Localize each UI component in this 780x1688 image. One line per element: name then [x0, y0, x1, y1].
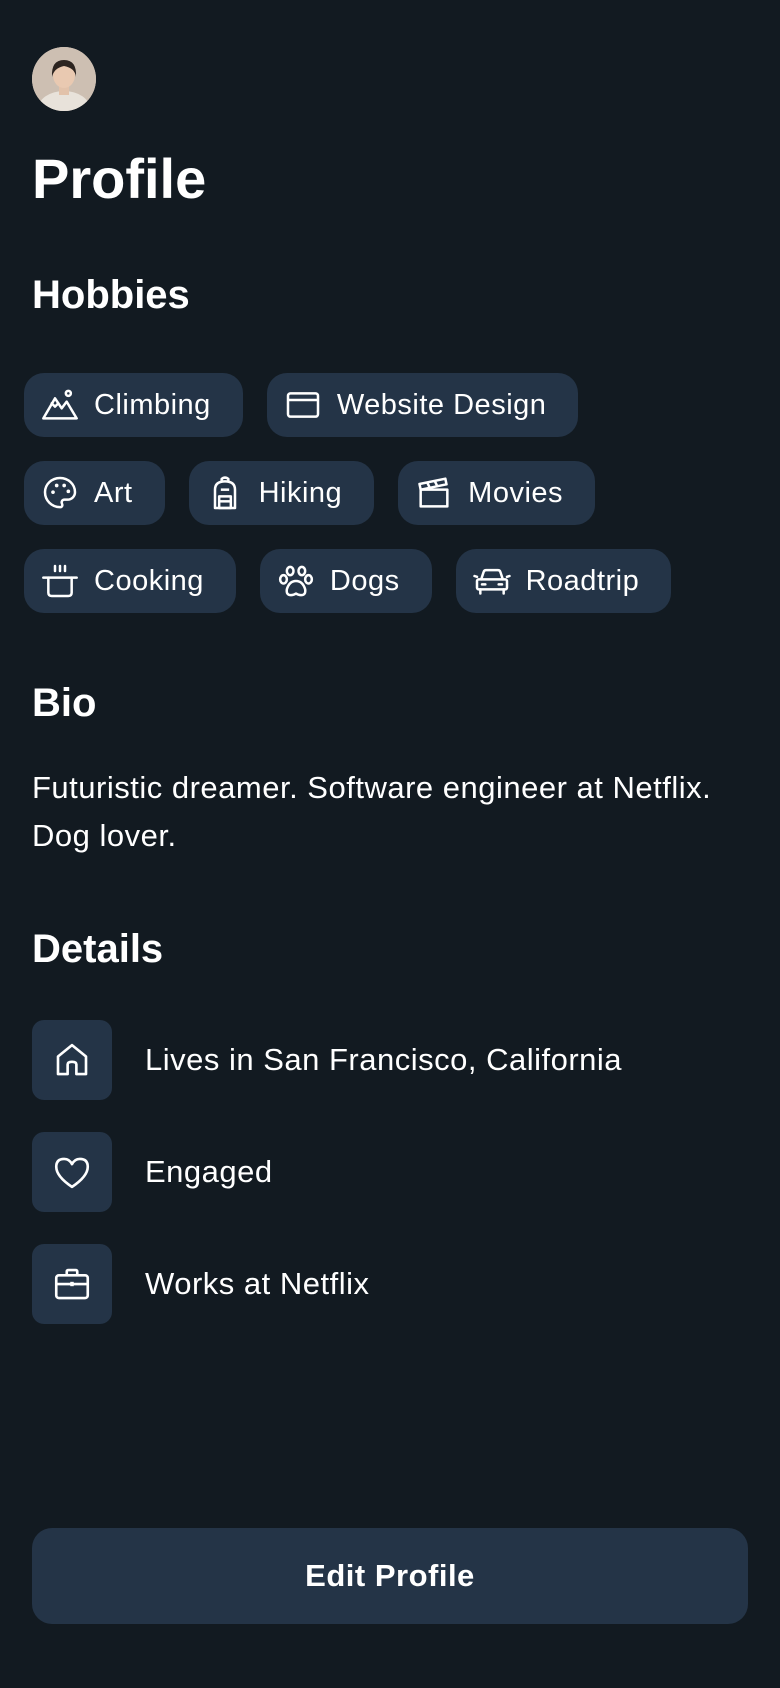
hobby-label: Roadtrip [525, 565, 640, 597]
palette-icon [40, 473, 80, 513]
bio-heading: Bio [32, 681, 97, 725]
hobby-chip-climbing[interactable]: Climbing [24, 373, 243, 437]
mountain-icon [40, 385, 80, 425]
hobby-label: Movies [468, 477, 564, 509]
avatar[interactable] [32, 47, 96, 111]
hobby-label: Hiking [258, 477, 343, 509]
detail-work: Works at Netflix [32, 1244, 369, 1324]
page-title: Profile [32, 147, 207, 210]
house-icon [32, 1020, 112, 1100]
details-heading: Details [32, 927, 164, 971]
hobby-label: Art [94, 477, 133, 509]
hobby-chip-cooking[interactable]: Cooking [24, 549, 236, 613]
avatar-image [32, 47, 96, 111]
hobbies-heading: Hobbies [32, 273, 190, 317]
hobby-label: Dogs [329, 565, 400, 597]
edit-profile-button[interactable]: Edit Profile [32, 1528, 748, 1624]
hobbies-row: Climbing Website Design [24, 373, 744, 437]
detail-location: Lives in San Francisco, California [32, 1020, 622, 1100]
detail-relationship: Engaged [32, 1132, 273, 1212]
hobbies-row: Cooking Dogs Roadtrip [24, 549, 744, 613]
paw-print-icon [276, 561, 316, 601]
clapperboard-icon [414, 473, 454, 513]
hobby-chip-hiking[interactable]: Hiking [188, 461, 375, 525]
hobby-chip-website-design[interactable]: Website Design [266, 373, 579, 437]
briefcase-icon [32, 1244, 112, 1324]
detail-text: Engaged [145, 1154, 273, 1189]
browser-window-icon [283, 385, 323, 425]
bio-text: Futuristic dreamer. Software engineer at… [32, 770, 712, 853]
hobby-label: Website Design [336, 389, 547, 421]
hobby-chip-movies[interactable]: Movies [398, 461, 596, 525]
hobby-label: Cooking [94, 565, 204, 597]
hobbies-row: Art Hiking Movies [24, 461, 744, 525]
car-icon [472, 561, 512, 601]
hobby-chip-art[interactable]: Art [24, 461, 165, 525]
cooking-pot-icon [40, 561, 80, 601]
backpack-icon [205, 473, 245, 513]
detail-text: Works at Netflix [145, 1266, 370, 1301]
hobby-chip-dogs[interactable]: Dogs [259, 549, 432, 613]
hobbies-list: Climbing Website Design Art Hiking Movie… [24, 373, 744, 637]
hobby-chip-roadtrip[interactable]: Roadtrip [455, 549, 672, 613]
hobby-label: Climbing [94, 389, 211, 421]
detail-text: Lives in San Francisco, California [145, 1042, 623, 1077]
heart-icon [32, 1132, 112, 1212]
